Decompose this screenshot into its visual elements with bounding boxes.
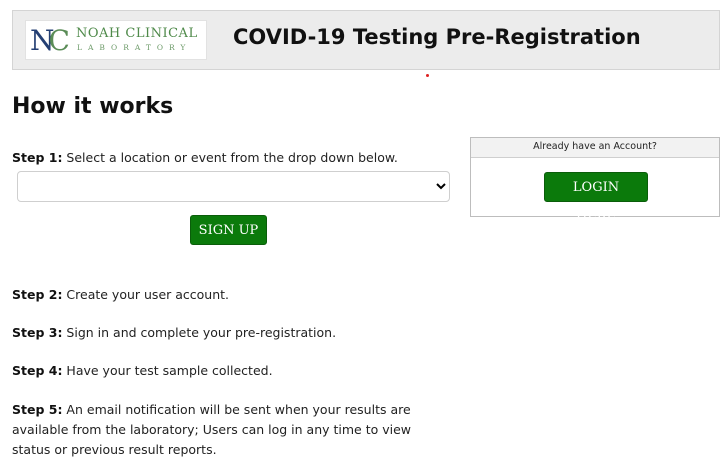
step-2: Step 2: Create your user account. <box>12 285 229 305</box>
how-it-works-heading: How it works <box>12 94 174 119</box>
step-1-text: Select a location or event from the drop… <box>62 150 398 165</box>
step-2-label: Step 2: <box>12 287 63 302</box>
sign-up-button[interactable]: SIGN UP <box>190 215 267 245</box>
decorative-dot <box>426 74 429 77</box>
step-3: Step 3: Sign in and complete your pre-re… <box>12 323 336 343</box>
step-3-label: Step 3: <box>12 325 63 340</box>
step-5-text: An email notification will be sent when … <box>12 402 412 457</box>
step-4-text: Have your test sample collected. <box>62 363 273 378</box>
page-header: NC NOAH CLINICAL LABORATORY COVID-19 Tes… <box>12 10 720 70</box>
step-5: Step 5: An email notification will be se… <box>12 400 452 460</box>
account-panel: Already have an Account? LOGIN HERE <box>470 137 720 223</box>
step-1: Step 1: Select a location or event from … <box>12 148 398 168</box>
step-4: Step 4: Have your test sample collected. <box>12 361 273 381</box>
account-panel-heading: Already have an Account? <box>471 138 719 158</box>
location-select[interactable] <box>17 171 450 202</box>
logo-subtitle: LABORATORY <box>77 43 192 52</box>
logo-name: NOAH CLINICAL <box>76 26 198 41</box>
page-title: COVID-19 Testing Pre-Registration <box>233 25 641 49</box>
step-1-label: Step 1: <box>12 150 63 165</box>
step-4-label: Step 4: <box>12 363 63 378</box>
noah-clinical-logo[interactable]: NC NOAH CLINICAL LABORATORY <box>25 20 207 60</box>
login-button[interactable]: LOGIN HERE <box>544 172 648 223</box>
step-2-text: Create your user account. <box>62 287 230 302</box>
step-5-label: Step 5: <box>12 402 63 417</box>
step-3-text: Sign in and complete your pre-registrati… <box>62 325 337 340</box>
logo-monogram: NC <box>30 24 70 57</box>
